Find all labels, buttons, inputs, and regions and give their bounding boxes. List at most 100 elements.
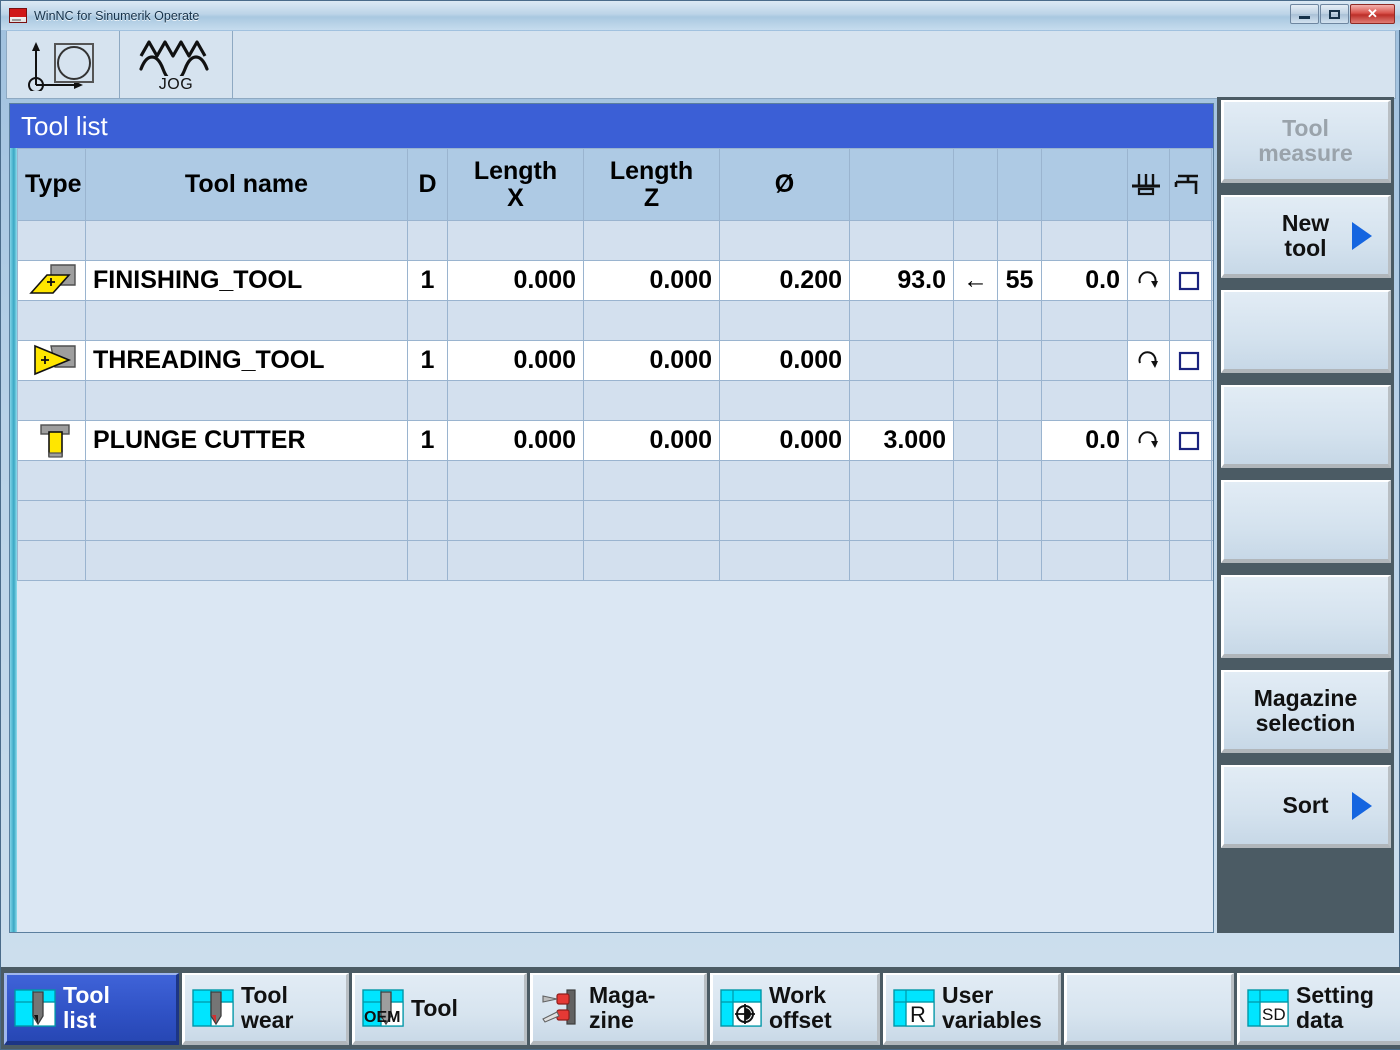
tab-empty[interactable]: [1064, 973, 1234, 1045]
cell-coolant-1[interactable]: [1169, 340, 1212, 381]
checkbox-unchecked-icon[interactable]: [1177, 349, 1204, 373]
cell-extra[interactable]: [1041, 340, 1128, 381]
checkbox-unchecked-icon[interactable]: [1177, 269, 1204, 293]
table-row[interactable]: THREADING_TOOL 1 0.000 0.000 0.000: [17, 340, 1213, 381]
cell-d[interactable]: 1: [407, 420, 448, 461]
th-spindle-dir[interactable]: [1127, 148, 1170, 221]
cell-coolant-1[interactable]: [1169, 260, 1212, 301]
cell-extra[interactable]: 0.0: [1041, 420, 1128, 461]
cell-direction[interactable]: [953, 420, 998, 461]
tab-magazine[interactable]: Maga-zine: [530, 973, 707, 1045]
cell-tool-type[interactable]: [17, 340, 86, 381]
softkey-sort-label: Sort: [1282, 792, 1329, 819]
tab-user-variables[interactable]: R User variables: [883, 973, 1061, 1045]
tool-table: Type Tool name D Length X Length Z Ø FIN…: [17, 148, 1213, 581]
cell-direction[interactable]: [953, 340, 998, 381]
cell-angle[interactable]: [849, 340, 954, 381]
cell-angle[interactable]: 93.0: [849, 260, 954, 301]
cell-d[interactable]: 1: [407, 260, 448, 301]
softkey-magazine-selection[interactable]: Magazine selection: [1220, 670, 1391, 753]
cell-diameter[interactable]: 0.200: [719, 260, 850, 301]
mode-toolbar: JOG: [6, 31, 1396, 99]
th-length-x[interactable]: Length X: [447, 148, 584, 221]
checkbox-unchecked-icon[interactable]: [1177, 429, 1204, 453]
cell-length-x[interactable]: 0.000: [447, 420, 584, 461]
cell-coolant-2[interactable]: [1211, 420, 1213, 461]
minimize-button[interactable]: [1290, 4, 1319, 24]
softkey-magazine-selection-label: Magazine selection: [1253, 684, 1358, 736]
cell-length-z[interactable]: 0.000: [583, 420, 720, 461]
cell-tool-name[interactable]: THREADING_TOOL: [85, 340, 408, 381]
tab-work-offset[interactable]: Work offset: [710, 973, 880, 1045]
cell-d[interactable]: 1: [407, 340, 448, 381]
table-empty-row[interactable]: [17, 500, 1213, 541]
cell-direction[interactable]: ←: [953, 260, 998, 301]
tab-setting-data-label: Setting data: [1296, 982, 1374, 1033]
cell-diameter[interactable]: 0.000: [719, 420, 850, 461]
cell-spindle-direction[interactable]: [1127, 260, 1170, 301]
table-row[interactable]: FINISHING_TOOL 1 0.000 0.000 0.200 93.0 …: [17, 260, 1213, 301]
coordinate-mode-button[interactable]: [7, 31, 120, 98]
cell-tool-type[interactable]: [17, 260, 86, 301]
cell-tool-type[interactable]: [17, 420, 86, 461]
cell-diameter[interactable]: 0.000: [719, 340, 850, 381]
th-angle[interactable]: [849, 148, 954, 221]
th-length-x-line2: X: [507, 183, 524, 212]
cell-spindle-direction[interactable]: [1127, 340, 1170, 381]
softkey-new-tool[interactable]: New tool: [1220, 195, 1391, 278]
cell-coolant-1[interactable]: [1169, 420, 1212, 461]
th-direction[interactable]: [953, 148, 998, 221]
cell-coolant-2[interactable]: [1211, 260, 1213, 301]
finishing-tool-icon: [25, 263, 78, 299]
cell-length-x[interactable]: 0.000: [447, 260, 584, 301]
th-length-z[interactable]: Length Z: [583, 148, 720, 221]
softkey-empty-3[interactable]: [1220, 480, 1391, 563]
application-window: WinNC for Sinumerik Operate ✕ JOG Tool l…: [0, 0, 1400, 1050]
cell-position[interactable]: 55: [997, 260, 1042, 301]
cell-position[interactable]: [997, 340, 1042, 381]
table-empty-row[interactable]: [17, 460, 1213, 501]
th-position[interactable]: [997, 148, 1042, 221]
cell-spindle-direction[interactable]: [1127, 420, 1170, 461]
maximize-button[interactable]: [1320, 4, 1349, 24]
cell-length-z[interactable]: 0.000: [583, 340, 720, 381]
tab-tool-wear[interactable]: Tool wear: [182, 973, 349, 1045]
th-extra[interactable]: [1041, 148, 1128, 221]
tab-tool-wear-label: Tool wear: [241, 982, 294, 1033]
softkey-empty-4[interactable]: [1220, 575, 1391, 658]
softkey-empty-1[interactable]: [1220, 290, 1391, 373]
th-type[interactable]: Type: [17, 148, 86, 221]
table-spacer-row: [17, 380, 1213, 421]
tab-user-variables-label: User variables: [942, 982, 1042, 1033]
th-diameter[interactable]: Ø: [719, 148, 850, 221]
th-coolant1[interactable]: [1169, 148, 1212, 221]
table-row[interactable]: PLUNGE CUTTER 1 0.000 0.000 0.000 3.000 …: [17, 420, 1213, 461]
svg-text:OEM: OEM: [364, 1009, 400, 1026]
cell-coolant-2[interactable]: [1211, 340, 1213, 381]
cell-extra[interactable]: 0.0: [1041, 260, 1128, 301]
th-tool-name[interactable]: Tool name: [85, 148, 408, 221]
cell-tool-name[interactable]: PLUNGE CUTTER: [85, 420, 408, 461]
table-spacer-row: [17, 300, 1213, 341]
softkey-sort[interactable]: Sort: [1220, 765, 1391, 848]
softkey-empty-2[interactable]: [1220, 385, 1391, 468]
th-coolant2[interactable]: [1211, 148, 1213, 221]
cell-position[interactable]: [997, 420, 1042, 461]
softkey-tool-measure[interactable]: Tool measure: [1220, 100, 1391, 183]
tab-tool-list[interactable]: Tool list: [4, 973, 179, 1045]
cell-angle[interactable]: 3.000: [849, 420, 954, 461]
coolant-tap-icon: [1171, 170, 1211, 200]
tab-oem-tool[interactable]: OEM Tool: [352, 973, 527, 1045]
cell-length-x[interactable]: 0.000: [447, 340, 584, 381]
tab-setting-data[interactable]: SD Setting data: [1237, 973, 1400, 1045]
jog-mode-button[interactable]: JOG: [120, 31, 233, 98]
svg-text:R: R: [910, 1002, 926, 1027]
softkey-new-tool-label: New tool: [1281, 209, 1330, 261]
th-d[interactable]: D: [407, 148, 448, 221]
th-length-z-line1: Length: [609, 157, 694, 186]
cell-tool-name[interactable]: FINISHING_TOOL: [85, 260, 408, 301]
cell-length-z[interactable]: 0.000: [583, 260, 720, 301]
close-button[interactable]: ✕: [1350, 4, 1395, 24]
table-empty-row[interactable]: [17, 540, 1213, 581]
panel-header: Tool list: [10, 104, 1213, 148]
